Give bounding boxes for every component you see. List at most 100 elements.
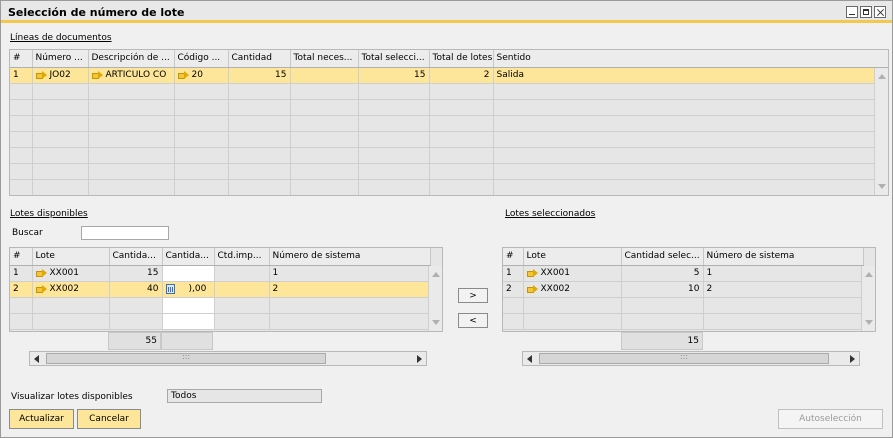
- batch-name: XX002: [540, 284, 571, 294]
- selected-grid[interactable]: # Lote Cantidad selec... Número de siste…: [502, 247, 876, 332]
- available-hscroll[interactable]: [29, 351, 427, 366]
- doc-number: JO02: [49, 70, 71, 80]
- row-index: 1: [503, 265, 524, 282]
- view-batches-label: Visualizar lotes disponibles: [11, 392, 133, 402]
- scroll-down-icon[interactable]: [865, 320, 873, 325]
- batch-selection-window: Selección de número de lote Líneas de do…: [0, 0, 893, 438]
- documents-vscroll[interactable]: [874, 68, 888, 195]
- maximize-icon[interactable]: [860, 6, 872, 18]
- documents-grid[interactable]: # Número ... Descripción de ... Código .…: [9, 49, 889, 196]
- scroll-thumb[interactable]: [46, 353, 326, 364]
- row-index: 2: [10, 281, 33, 298]
- table-row[interactable]: 1 XX001 15 1: [10, 265, 431, 282]
- batch-selected-quantity: 10: [621, 281, 704, 298]
- doc-col-total-needed[interactable]: Total neces...: [290, 50, 359, 68]
- table-row[interactable]: [10, 163, 888, 180]
- calculator-icon[interactable]: [165, 283, 175, 294]
- batch-system-number: 2: [703, 281, 864, 298]
- scroll-right-icon[interactable]: [417, 355, 422, 363]
- table-row[interactable]: [10, 179, 888, 195]
- batch-name: XX001: [49, 268, 80, 278]
- scroll-up-icon[interactable]: [865, 272, 873, 277]
- doc-total-needed: [290, 67, 359, 84]
- selected-vscroll[interactable]: [861, 266, 875, 331]
- available-total-blank: [161, 332, 213, 350]
- doc-col-number[interactable]: Número ...: [32, 50, 89, 68]
- sel-col-index[interactable]: #: [503, 248, 524, 266]
- table-row[interactable]: [503, 313, 864, 330]
- scroll-thumb[interactable]: [539, 353, 829, 364]
- doc-description: ARTICULO CO: [105, 70, 167, 80]
- table-row[interactable]: [10, 83, 888, 100]
- table-row[interactable]: [503, 297, 864, 314]
- table-row[interactable]: 2 XX002 40 ),00 2: [10, 281, 431, 298]
- table-row[interactable]: [10, 147, 888, 164]
- doc-col-direction[interactable]: Sentido: [493, 50, 888, 68]
- selected-section-label: Lotes seleccionados: [505, 209, 596, 219]
- link-arrow-icon[interactable]: [177, 70, 189, 79]
- doc-direction: Salida: [493, 67, 888, 84]
- scroll-up-icon[interactable]: [432, 272, 440, 277]
- doc-col-total-selected[interactable]: Total selecci...: [358, 50, 430, 68]
- doc-col-quantity[interactable]: Cantidad: [228, 50, 291, 68]
- avail-col-quantity[interactable]: Cantida...: [109, 248, 163, 266]
- table-row[interactable]: 2 XX002 10 2: [503, 281, 864, 298]
- sel-col-quantity[interactable]: Cantidad selec...: [621, 248, 704, 266]
- link-arrow-icon[interactable]: [526, 268, 538, 277]
- selected-total: 15: [621, 332, 703, 350]
- minimize-icon[interactable]: [846, 6, 858, 18]
- cancel-button[interactable]: Cancelar: [77, 409, 141, 429]
- scroll-left-icon[interactable]: [34, 355, 39, 363]
- table-row[interactable]: [10, 99, 888, 116]
- avail-col-ctd-imp[interactable]: Ctd.imp...: [214, 248, 270, 266]
- doc-col-description[interactable]: Descripción de ...: [88, 50, 175, 68]
- scroll-down-icon[interactable]: [432, 320, 440, 325]
- avail-col-index[interactable]: #: [10, 248, 33, 266]
- sel-col-system-number[interactable]: Número de sistema: [703, 248, 864, 266]
- link-arrow-icon[interactable]: [35, 284, 47, 293]
- link-arrow-icon[interactable]: [35, 268, 47, 277]
- link-arrow-icon[interactable]: [526, 284, 538, 293]
- available-vscroll[interactable]: [428, 266, 442, 331]
- table-row[interactable]: [10, 115, 888, 132]
- remove-batch-button[interactable]: <: [458, 313, 488, 328]
- view-batches-select[interactable]: Todos: [167, 389, 322, 403]
- doc-quantity: 15: [228, 67, 291, 84]
- batch-ctd-imp: [214, 265, 270, 282]
- avail-col-quantity-selected[interactable]: Cantida...: [162, 248, 215, 266]
- table-row[interactable]: [10, 297, 431, 314]
- table-row[interactable]: [10, 131, 888, 148]
- row-index: 1: [10, 67, 33, 84]
- scroll-left-icon[interactable]: [527, 355, 532, 363]
- search-label: Buscar: [12, 228, 43, 238]
- auto-select-button[interactable]: Autoselección: [778, 409, 883, 429]
- link-arrow-icon[interactable]: [35, 70, 47, 79]
- doc-col-code[interactable]: Código ...: [174, 50, 229, 68]
- row-index: 1: [10, 265, 33, 282]
- selected-hscroll[interactable]: [522, 351, 860, 366]
- avail-col-system-number[interactable]: Número de sistema: [269, 248, 431, 266]
- search-input[interactable]: [81, 226, 169, 240]
- available-grid[interactable]: # Lote Cantida... Cantida... Ctd.imp... …: [9, 247, 443, 332]
- sel-col-batch[interactable]: Lote: [523, 248, 622, 266]
- batch-quantity-input[interactable]: [162, 265, 215, 282]
- add-batch-button[interactable]: >: [458, 288, 488, 303]
- batch-quantity: 40: [109, 281, 163, 298]
- doc-col-total-batches[interactable]: Total de lotes: [429, 50, 494, 68]
- link-arrow-icon[interactable]: [91, 70, 103, 79]
- title-bar: Selección de número de lote: [1, 1, 892, 23]
- batch-quantity-input[interactable]: ),00: [189, 284, 207, 294]
- scroll-up-icon[interactable]: [878, 74, 886, 79]
- table-row[interactable]: 1 XX001 5 1: [503, 265, 864, 282]
- avail-col-batch[interactable]: Lote: [32, 248, 110, 266]
- scroll-right-icon[interactable]: [850, 355, 855, 363]
- doc-total-selected: 15: [358, 67, 430, 84]
- table-row[interactable]: 1 JO02 ARTICULO CO 20 15 15 2 Salida: [10, 67, 888, 84]
- close-icon[interactable]: [874, 6, 886, 18]
- available-section-label: Lotes disponibles: [10, 209, 88, 219]
- update-button[interactable]: Actualizar: [9, 409, 74, 429]
- doc-col-index[interactable]: #: [10, 50, 33, 68]
- scroll-down-icon[interactable]: [878, 184, 886, 189]
- batch-system-number: 1: [269, 265, 431, 282]
- table-row[interactable]: [10, 313, 431, 330]
